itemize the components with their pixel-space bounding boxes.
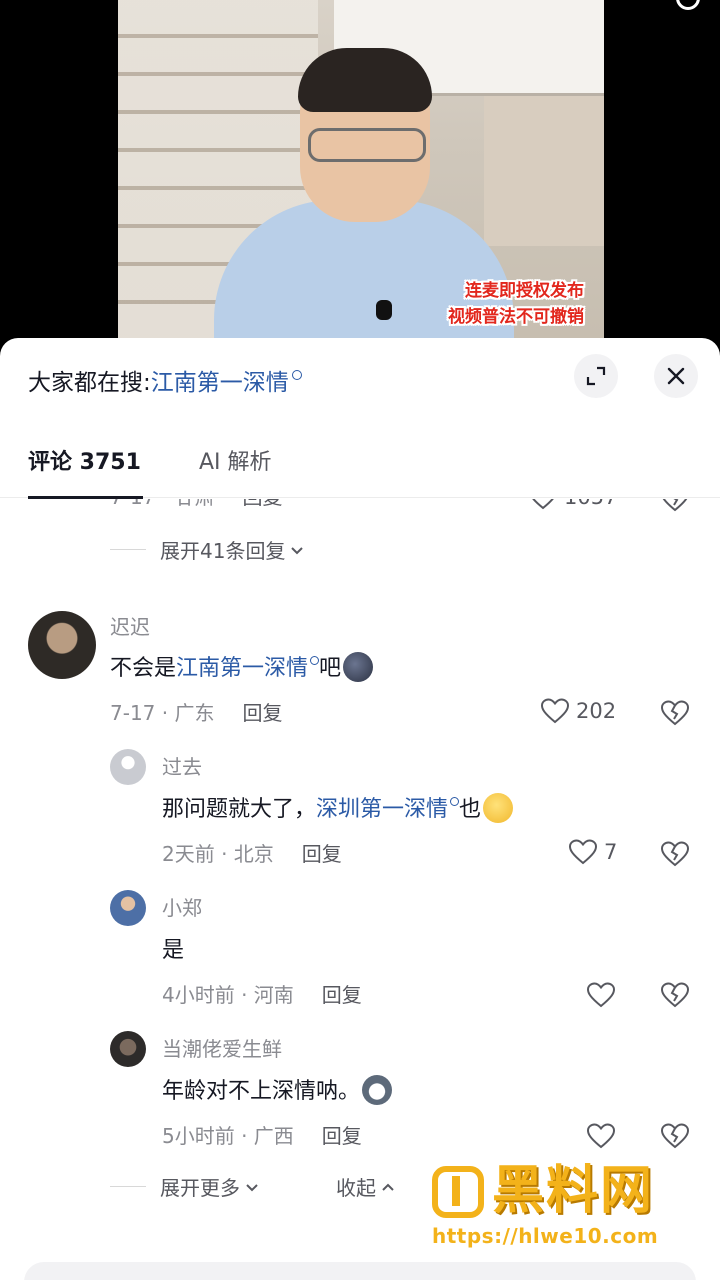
reply-keyword-link[interactable]: 深圳第一深情 (316, 797, 448, 822)
commenter-name[interactable]: 迟迟 (110, 613, 150, 641)
heart-icon (568, 839, 598, 865)
lapel-mic (376, 300, 392, 320)
broken-heart-icon[interactable] (660, 499, 690, 513)
video-more-icon[interactable] (676, 0, 700, 10)
broken-heart-icon[interactable] (660, 840, 690, 868)
divider-line (110, 549, 146, 550)
like-button[interactable]: 7 (568, 838, 617, 866)
caption-line-2: 视频普法不可撤销 (448, 307, 584, 327)
close-button[interactable] (654, 354, 698, 398)
reply-text: 那问题就大了，深圳第一深情也 (162, 793, 514, 826)
like-count: 202 (576, 699, 617, 723)
expand-more-button[interactable]: 展开更多 (110, 1172, 260, 1201)
comment-text: 不会是江南第一深情吧 (110, 652, 374, 685)
video-frame: 连麦即授权发布 视频普法不可撤销 (118, 0, 604, 360)
comment-sheet: 大家都在搜:江南第一深情 评论 3751 AI 解析 7-17 · 甘肃回复 1… (0, 338, 720, 1280)
video-caption: 连麦即授权发布 视频普法不可撤销 (414, 278, 584, 330)
heart-icon (540, 698, 570, 724)
commenter-name[interactable]: 当潮佬爱生鲜 (162, 1035, 282, 1063)
expand-replies-label: 展开41条回复 (160, 539, 286, 563)
avatar[interactable] (110, 749, 146, 785)
chevron-down-icon (291, 546, 304, 554)
comment-keyword-link[interactable]: 江南第一深情 (176, 656, 308, 681)
commenter-name[interactable]: 过去 (162, 753, 202, 781)
avatar[interactable] (28, 611, 96, 679)
broken-heart-icon[interactable] (660, 1122, 690, 1150)
avatar[interactable] (110, 890, 146, 926)
reply-button[interactable]: 回复 (302, 842, 342, 866)
watermark: 黑料网 https://hlwe10.com (432, 1160, 712, 1250)
emoji-icon (362, 1075, 393, 1105)
wall (484, 96, 604, 246)
person-hair (298, 48, 432, 112)
expand-sheet-button[interactable] (574, 354, 618, 398)
caption-line-1: 连麦即授权发布 (465, 281, 584, 301)
collapse-button[interactable]: 收起 (336, 1172, 396, 1201)
reply-meta-row: 2天前 · 北京 回复 (162, 840, 342, 868)
reply-button[interactable]: 回复 (322, 1124, 362, 1148)
search-prefix: 大家都在搜: (28, 370, 151, 396)
video-player[interactable]: 连麦即授权发布 视频普法不可撤销 (0, 0, 720, 360)
expand-icon (586, 366, 606, 386)
chevron-up-icon (382, 1183, 394, 1191)
reply-text-body: 年龄对不上深情呐。 (162, 1079, 361, 1104)
heart-icon[interactable] (586, 1122, 616, 1150)
search-icon (291, 370, 302, 380)
person-glasses (308, 128, 426, 162)
watermark-url: https://hlwe10.com (432, 1224, 659, 1248)
emoji-icon (483, 793, 514, 823)
expand-more-label: 展开更多 (160, 1176, 240, 1200)
broken-heart-icon[interactable] (660, 699, 690, 727)
divider-line (110, 1186, 146, 1187)
heart-icon (532, 499, 554, 510)
comment-meta: 7-17 · 甘肃 (110, 499, 214, 509)
close-icon (667, 367, 685, 385)
reply-meta-row: 5小时前 · 广西 回复 (162, 1122, 362, 1150)
comment-meta: 7-17 · 广东 (110, 701, 215, 725)
heart-icon[interactable] (586, 981, 616, 1009)
reply-meta: 5小时前 · 广西 (162, 1124, 294, 1148)
tab-ai-analysis[interactable]: AI 解析 (199, 448, 272, 478)
reply-text-after: 也 (459, 797, 482, 822)
like-count: 1057 (564, 499, 617, 509)
comment-list[interactable]: 7-17 · 甘肃回复 1057 展开41条回复 迟迟 不会是江南第一深情吧 7… (0, 499, 720, 1259)
like-button[interactable]: 1057 (528, 499, 617, 511)
reply-text-before: 那问题就大了， (162, 797, 317, 822)
reply-meta: 4小时前 · 河南 (162, 983, 294, 1007)
reply-text: 是 (162, 938, 185, 963)
search-suggestion[interactable]: 大家都在搜:江南第一深情 (28, 366, 302, 400)
reply-button[interactable]: 回复 (322, 983, 362, 1007)
reply-meta-row: 4小时前 · 河南 回复 (162, 981, 362, 1009)
search-icon (450, 797, 460, 806)
commenter-name[interactable]: 小郑 (162, 894, 202, 922)
watermark-title: 黑料网 (492, 1161, 655, 1221)
search-keyword[interactable]: 江南第一深情 (151, 370, 289, 396)
expand-replies-button[interactable]: 展开41条回复 (110, 535, 305, 564)
partial-comment-meta: 7-17 · 甘肃 回复 (110, 499, 282, 511)
comment-meta-row: 7-17 · 广东 回复 (110, 699, 282, 727)
avatar[interactable] (110, 1031, 146, 1067)
chevron-down-icon (246, 1183, 258, 1191)
reply-button[interactable]: 回复 (242, 701, 282, 725)
reply-text: 年龄对不上深情呐。 (162, 1075, 393, 1108)
collapse-label: 收起 (336, 1176, 376, 1200)
reply-button[interactable]: 回复 (242, 499, 282, 509)
reply-meta: 2天前 · 北京 (162, 842, 274, 866)
comment-input-bar[interactable] (24, 1262, 696, 1280)
like-count: 7 (604, 840, 618, 864)
like-button[interactable]: 202 (540, 697, 616, 725)
comment-text-after: 吧 (319, 656, 342, 681)
watermark-logo-icon (432, 1166, 484, 1218)
tab-comments[interactable]: 评论 3751 (28, 448, 141, 478)
search-icon (310, 656, 320, 665)
emoji-icon (343, 652, 374, 682)
comment-text-before: 不会是 (110, 656, 177, 681)
tab-bar: 评论 3751 AI 解析 (0, 428, 720, 499)
broken-heart-icon[interactable] (660, 981, 690, 1009)
